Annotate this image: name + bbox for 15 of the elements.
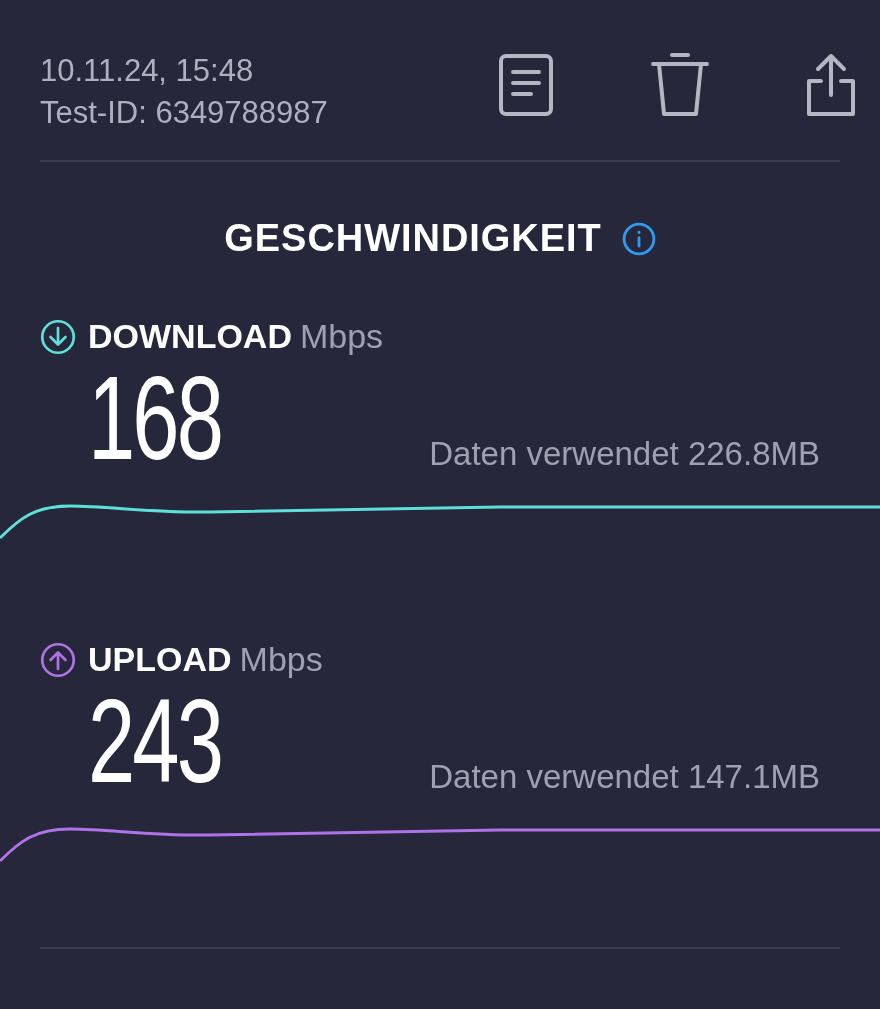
test-label: DOWNLOAD (88, 316, 292, 357)
unit-label: Mbps (299, 316, 384, 357)
unit-label: Mbps (239, 639, 323, 680)
data-used: Daten verwendet 147.1MB (429, 756, 820, 797)
test-id: Test-ID: 6349788987 (40, 94, 328, 132)
test-label: UPLOAD (88, 639, 232, 680)
section-title: GESCHWINDIGKEIT (224, 216, 602, 261)
test-date: 10.11.24, 15:48 (40, 52, 255, 90)
share-icon[interactable] (806, 53, 856, 117)
speed-value: 243 (88, 685, 222, 797)
info-icon[interactable] (621, 221, 656, 256)
trash-icon[interactable] (650, 52, 710, 118)
document-icon[interactable] (498, 53, 554, 117)
data-used: Daten verwendet 226.8MB (429, 433, 820, 474)
speed-value: 168 (88, 362, 222, 474)
